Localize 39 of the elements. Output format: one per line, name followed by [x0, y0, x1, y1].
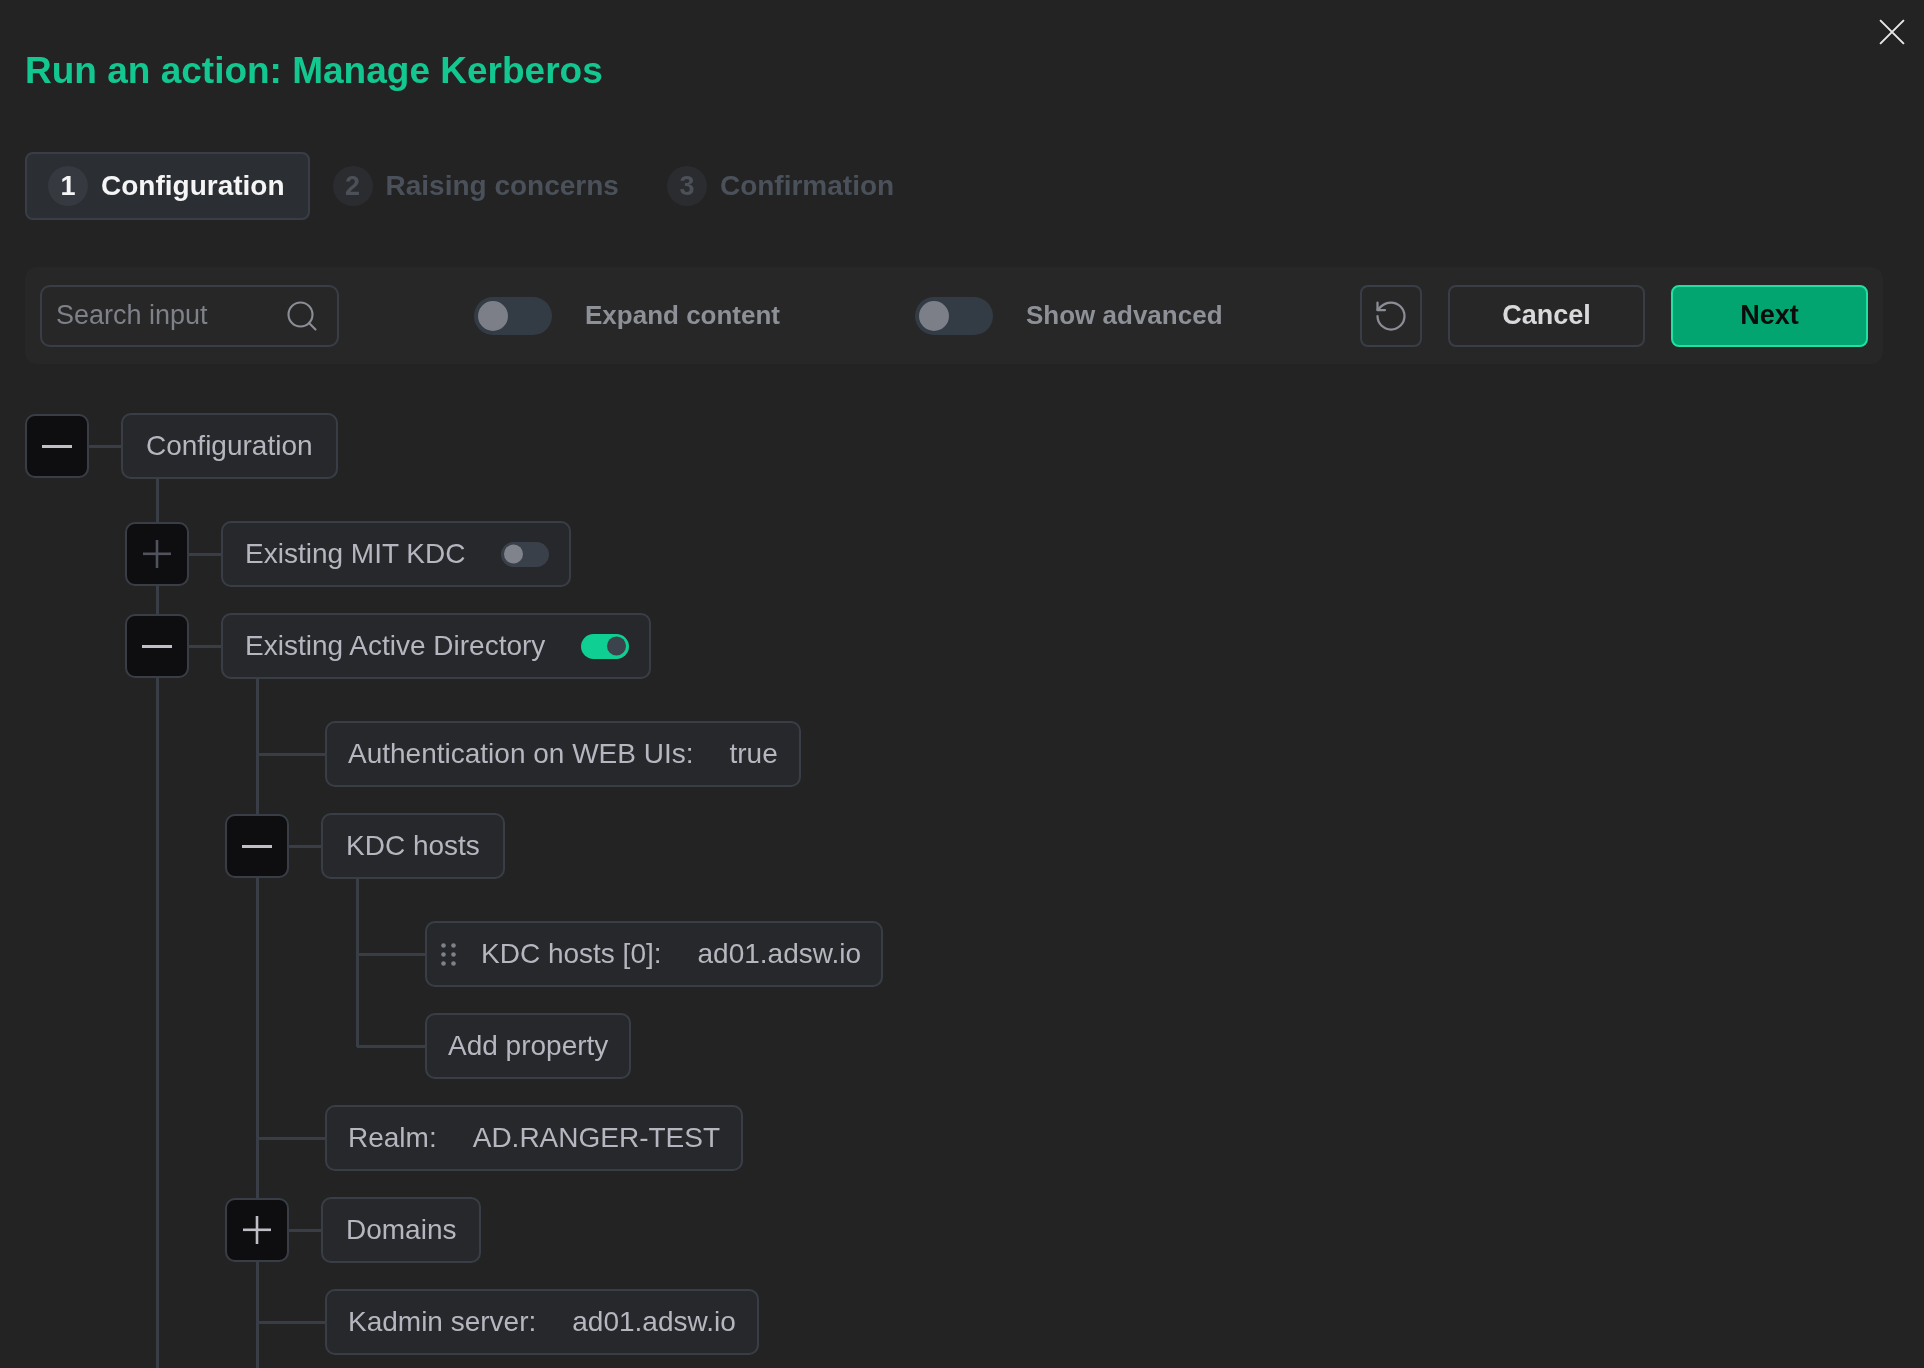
property-label: Authentication on WEB UIs: [348, 737, 694, 771]
plus-icon [143, 540, 171, 568]
toggle-switch[interactable] [474, 296, 552, 335]
minus-icon [42, 444, 72, 448]
reset-icon [1376, 300, 1406, 331]
cancel-button[interactable]: Cancel [1448, 284, 1645, 347]
search-field[interactable]: Search input [40, 284, 339, 347]
next-button[interactable]: Next [1671, 284, 1868, 347]
dialog-title: Run an action: Manage Kerberos [25, 49, 603, 93]
property-value: AD.RANGER-TEST [472, 1121, 721, 1155]
property-label: Kadmin server: [348, 1305, 537, 1339]
node-label: Existing MIT KDC [245, 537, 466, 571]
property-label: KDC hosts [0]: [481, 937, 662, 971]
expander-button[interactable] [25, 414, 89, 478]
property-value: ad01.adsw.io [697, 937, 861, 971]
expander-button[interactable] [225, 1198, 289, 1262]
minus-icon [142, 644, 172, 648]
reset-button[interactable] [1360, 284, 1422, 347]
minus-icon [242, 844, 272, 848]
expander-button[interactable] [125, 614, 189, 678]
toggle-switch[interactable] [915, 296, 993, 335]
step-tab[interactable]: 1 Configuration [25, 152, 310, 220]
toggle-switch[interactable] [581, 633, 630, 659]
add-property-button[interactable]: Add property [425, 1013, 632, 1079]
tree-node: Configuration [121, 413, 338, 479]
property-label: Realm: [348, 1121, 437, 1155]
switch-label: Expand content [585, 299, 780, 332]
drag-handle-icon[interactable] [441, 942, 456, 966]
node-label: Existing Active Directory [245, 629, 546, 663]
switch-label: Show advanced [1026, 299, 1223, 332]
property-value: ad01.adsw.io [572, 1305, 736, 1339]
step-number: 1 [48, 166, 88, 206]
plus-icon [243, 1216, 271, 1244]
close-icon[interactable] [1879, 19, 1905, 45]
expander-button[interactable] [225, 814, 289, 878]
property-value: true [729, 737, 778, 771]
tree-node: KDC hosts [321, 813, 505, 879]
tree-node: Domains [321, 1197, 482, 1263]
search-icon [287, 300, 317, 331]
